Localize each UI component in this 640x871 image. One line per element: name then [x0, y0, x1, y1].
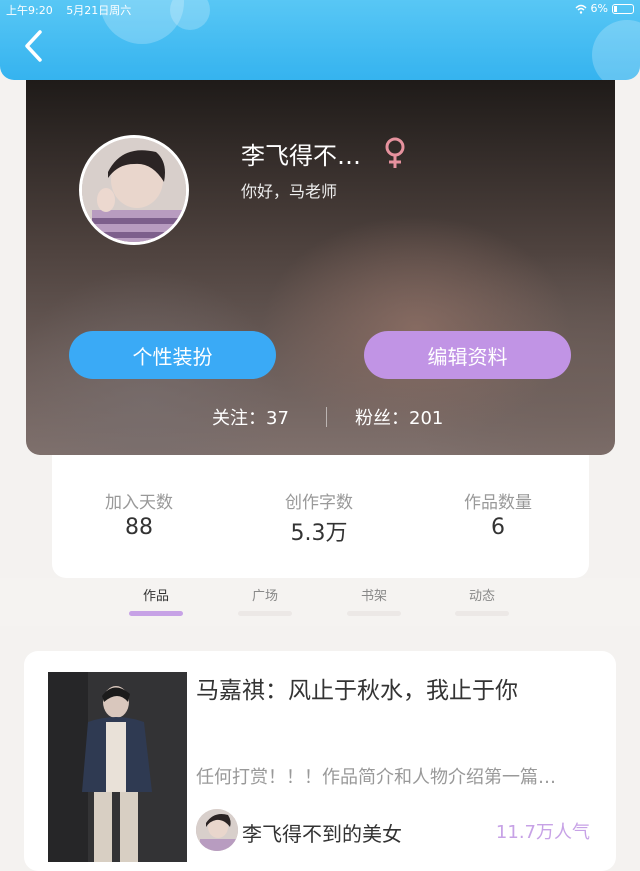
tab-bookshelf[interactable]: 书架: [339, 585, 409, 604]
author-name[interactable]: 李飞得不到的美女: [242, 818, 402, 847]
tab-indicator: [129, 611, 183, 616]
decor-bubble: [592, 20, 640, 80]
status-indicators: 6%: [575, 2, 634, 15]
stat-works-count: 作品数量 6: [418, 488, 578, 540]
avatar[interactable]: [79, 135, 189, 245]
tab-indicator: [455, 611, 509, 616]
stat-value: 88: [125, 515, 153, 540]
tab-activity[interactable]: 动态: [447, 585, 517, 604]
follow-stats: 关注：37 粉丝：201: [26, 404, 615, 430]
avatar-image: [82, 138, 186, 242]
tab-indicator: [347, 611, 401, 616]
stat-label: 加入天数: [105, 493, 173, 513]
work-title[interactable]: 马嘉祺：风止于秋水，我止于你: [196, 671, 518, 705]
header-bar: 上午9:20 5月21日周六 6%: [0, 0, 640, 80]
battery-text: 6%: [590, 2, 608, 15]
stat-label: 作品数量: [464, 493, 532, 513]
outfit-button[interactable]: 个性装扮: [69, 331, 276, 379]
wifi-icon: [575, 4, 587, 14]
fans-count[interactable]: 粉丝：201: [355, 404, 443, 430]
date-text: 5月21日周六: [66, 4, 132, 17]
stats-card: 加入天数 88 创作字数 5.3万 作品数量 6: [52, 450, 589, 578]
profile-card: 李飞得不… 你好，马老师 个性装扮 编辑资料 关注：37 粉丝：201: [26, 78, 615, 455]
stat-word-count: 创作字数 5.3万: [239, 488, 399, 547]
divider: [326, 407, 327, 427]
edit-profile-button[interactable]: 编辑资料: [364, 331, 571, 379]
tab-indicator: [238, 611, 292, 616]
tab-works[interactable]: 作品: [121, 585, 191, 604]
cover-illustration: [48, 672, 187, 862]
stat-value: 5.3万: [290, 521, 348, 546]
status-time: 上午9:20 5月21日周六: [6, 2, 131, 18]
stat-value: 6: [491, 515, 505, 540]
tab-bar: 作品 广场 书架 动态: [0, 578, 640, 626]
back-button[interactable]: [20, 28, 50, 64]
battery-icon: [612, 3, 634, 14]
work-cover-image[interactable]: [48, 672, 187, 862]
work-card[interactable]: 马嘉祺：风止于秋水，我止于你 任何打赏！！！作品简介和人物介绍第一篇… 李飞得不…: [24, 651, 616, 871]
username: 李飞得不…: [241, 142, 361, 170]
following-count[interactable]: 关注：37: [212, 404, 289, 430]
author-avatar-image: [196, 809, 238, 851]
stat-join-days: 加入天数 88: [59, 488, 219, 540]
signature: 你好，马老师: [241, 182, 338, 201]
time-text: 上午9:20: [6, 4, 53, 17]
author-avatar[interactable]: [196, 809, 238, 851]
female-icon: [385, 137, 405, 168]
stat-label: 创作字数: [285, 493, 353, 513]
popularity-count: 11.7万人气: [495, 822, 590, 843]
tab-square[interactable]: 广场: [230, 585, 300, 604]
work-description: 任何打赏！！！作品简介和人物介绍第一篇…: [196, 767, 556, 788]
